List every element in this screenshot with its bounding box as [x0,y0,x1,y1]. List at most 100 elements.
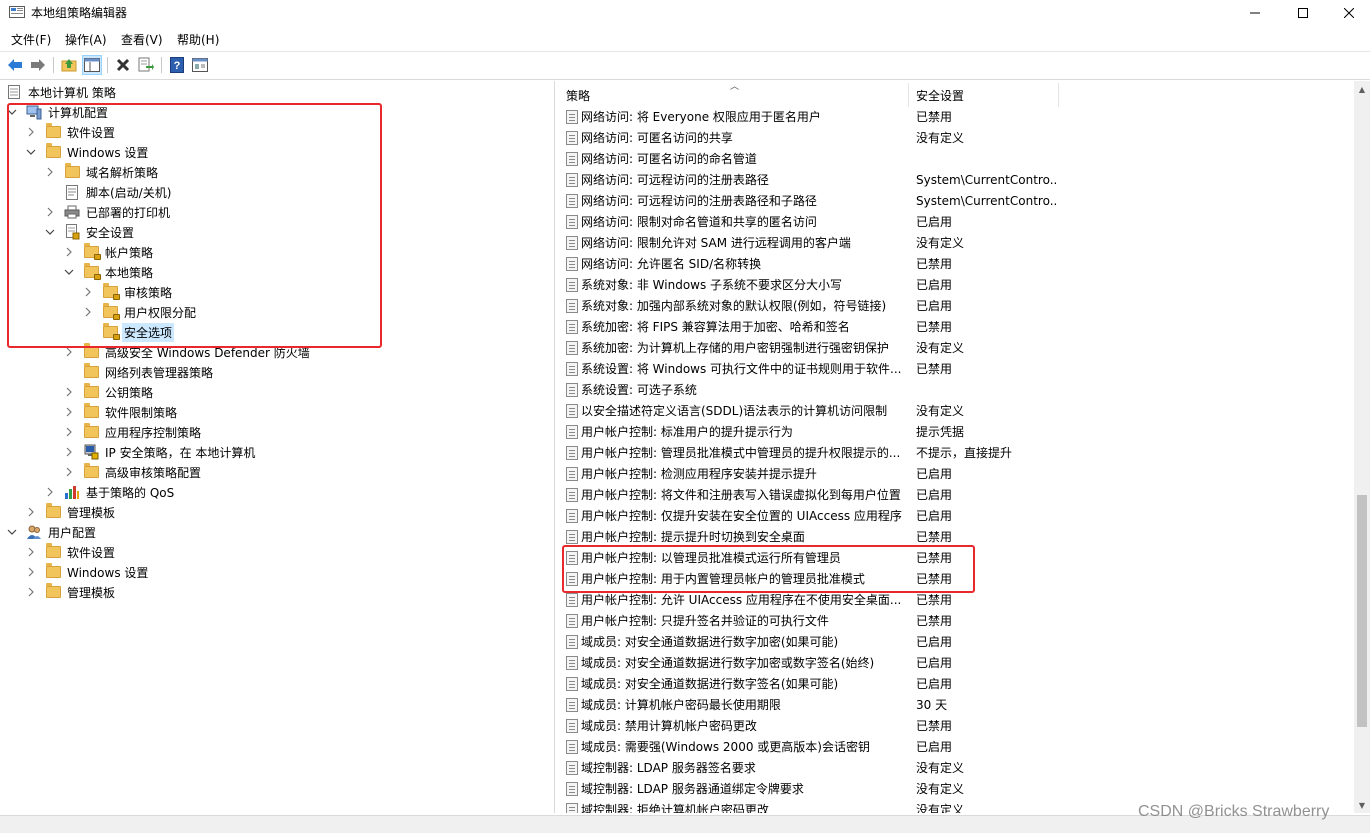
tree-item[interactable]: IP 安全策略，在 本地计算机 [63,442,257,462]
chevron-right-icon[interactable] [25,506,37,518]
policy-setting-value: 已启用 [916,635,953,649]
policy-row[interactable]: 域成员: 需要强(Windows 2000 或更高版本)会话密钥 已启用 [566,736,952,757]
policy-row[interactable]: 系统设置: 可选子系统 [566,379,915,400]
policy-row[interactable]: 系统对象: 非 Windows 子系统不要求区分大小写 已启用 [566,274,952,295]
close-button[interactable] [1326,0,1370,26]
policy-row[interactable]: 用户帐户控制: 仅提升安装在安全位置的 UIAccess 应用程序 已启用 [566,505,952,526]
column-header-setting[interactable]: 安全设置 [909,83,1059,107]
chevron-right-icon[interactable] [63,446,75,458]
menu-action[interactable]: 操作(A) [65,31,107,48]
policy-row[interactable]: 网络访问: 可远程访问的注册表路径和子路径 System\CurrentContr… [566,190,1056,211]
properties-icon [192,58,208,72]
policy-row[interactable]: 用户帐户控制: 只提升签名并验证的可执行文件 已禁用 [566,610,952,631]
tree-item[interactable]: 网络列表管理器策略 [63,362,215,382]
column-header-policy[interactable]: 策略 ︿ [558,82,909,107]
policy-row[interactable]: 用户帐户控制: 将文件和注册表写入错误虚拟化到每用户位置 已启用 [566,484,952,505]
tree-item[interactable]: Windows 设置 [25,562,150,582]
help-button[interactable]: ? [167,55,187,75]
maximize-button[interactable] [1280,0,1326,26]
policy-row[interactable]: 域成员: 计算机帐户密码最长使用期限 30 天 [566,694,947,715]
chevron-right-icon[interactable] [63,386,75,398]
policy-name: 系统对象: 加强内部系统对象的默认权限(例如，符号链接) [581,299,887,313]
chevron-down-icon[interactable] [6,526,18,538]
export-list-button[interactable] [136,55,156,75]
policy-row[interactable]: 以安全描述符定义语言(SDDL)语法表示的计算机访问限制 没有定义 [566,400,964,421]
folder-icon [83,383,99,400]
highlight-tree-path [7,103,382,348]
policy-name: 系统设置: 将 Windows 可执行文件中的证书规则用于软件... [581,362,902,376]
delete-button[interactable] [113,55,133,75]
policy-row[interactable]: 域成员: 对安全通道数据进行数字签名(如果可能) 已启用 [566,673,952,694]
tree-item-label: 软件限制策略 [105,405,178,420]
tree-item[interactable]: 软件限制策略 [63,402,179,422]
policy-name: 用户帐户控制: 仅提升安装在安全位置的 UIAccess 应用程序 [581,509,902,523]
toolbar-separator [53,57,54,73]
policy-row[interactable]: 网络访问: 可匿名访问的共享 没有定义 [566,127,964,148]
back-icon [8,59,22,71]
toolbar: ? [0,53,1370,77]
back-button[interactable] [5,55,25,75]
policy-row[interactable]: 系统加密: 将 FIPS 兼容算法用于加密、哈希和签名 已禁用 [566,316,952,337]
tree-item[interactable]: 高级审核策略配置 [63,462,203,482]
policy-row[interactable]: 域成员: 对安全通道数据进行数字加密或数字签名(始终) 已启用 [566,652,952,673]
scroll-up-icon[interactable]: ▲ [1354,81,1370,97]
up-one-level-button[interactable] [59,55,79,75]
tree-item[interactable]: 应用程序控制策略 [63,422,203,442]
policy-row[interactable]: 网络访问: 限制对命名管道和共享的匿名访问 已启用 [566,211,952,232]
chevron-right-icon[interactable] [63,426,75,438]
scroll-down-icon[interactable]: ▼ [1354,797,1370,813]
policy-row[interactable]: 域成员: 禁用计算机帐户密码更改 已禁用 [566,715,952,736]
policy-row[interactable]: 域成员: 对安全通道数据进行数字加密(如果可能) 已启用 [566,631,952,652]
policy-row[interactable]: 网络访问: 可匿名访问的命名管道 [566,148,915,169]
folder-icon [45,503,61,520]
policy-row[interactable]: 用户帐户控制: 标准用户的提升提示行为 提示凭据 [566,421,964,442]
policy-name: 网络访问: 可远程访问的注册表路径和子路径 [581,194,817,208]
tree-item[interactable]: 公钥策略 [63,382,155,402]
policy-setting-value: 已禁用 [916,719,953,733]
policy-setting-icon [566,361,578,376]
policy-row[interactable]: 用户帐户控制: 提示提升时切换到安全桌面 已禁用 [566,526,952,547]
policy-row[interactable]: 域控制器: LDAP 服务器签名要求 没有定义 [566,757,964,778]
tree-item[interactable]: 管理模板 [25,582,117,602]
policy-setting-icon [566,130,578,145]
policy-row[interactable]: 网络访问: 可远程访问的注册表路径 System\CurrentContro... [566,169,1056,190]
policy-row[interactable]: 域控制器: LDAP 服务器通道绑定令牌要求 没有定义 [566,778,964,799]
policy-row[interactable]: 系统设置: 将 Windows 可执行文件中的证书规则用于软件... 已禁用 [566,358,952,379]
policy-row[interactable]: 网络访问: 允许匿名 SID/名称转换 已禁用 [566,253,952,274]
minimize-button[interactable] [1232,0,1278,26]
show-hide-console-tree-button[interactable] [82,55,102,75]
chevron-right-icon[interactable] [25,566,37,578]
policy-row[interactable]: 网络访问: 限制允许对 SAM 进行远程调用的客户端 没有定义 [566,232,964,253]
tree-root[interactable]: 本地计算机 策略 [6,82,118,102]
tree-item[interactable]: 管理模板 [25,502,117,522]
policy-name: 网络访问: 可匿名访问的共享 [581,131,733,145]
properties-button[interactable] [190,55,210,75]
tree-item[interactable]: 用户配置 [6,522,98,542]
forward-button[interactable] [28,55,48,75]
chevron-right-icon[interactable] [63,466,75,478]
menu-help[interactable]: 帮助(H) [177,31,219,48]
policy-setting-value: 已启用 [916,656,953,670]
policy-setting-value: System\CurrentContro... [916,193,1056,208]
policy-row[interactable]: 用户帐户控制: 管理员批准模式中管理员的提升权限提示的... 不提示，直接提升 [566,442,1012,463]
policy-row[interactable]: 域控制器: 拒绝计算机帐户密码更改 没有定义 [566,799,964,813]
tree-item[interactable]: 基于策略的 QoS [44,482,176,502]
tree-item-label: Windows 设置 [67,565,149,580]
chevron-right-icon[interactable] [44,486,56,498]
menu-file[interactable]: 文件(F) [11,31,51,48]
chevron-right-icon[interactable] [63,406,75,418]
policy-name: 用户帐户控制: 标准用户的提升提示行为 [581,425,793,439]
tree-item[interactable]: 软件设置 [25,542,117,562]
chevron-right-icon[interactable] [25,546,37,558]
policy-row[interactable]: 用户帐户控制: 检测应用程序安装并提示提升 已启用 [566,463,952,484]
chevron-right-icon[interactable] [25,586,37,598]
policy-row[interactable]: 系统对象: 加强内部系统对象的默认权限(例如，符号链接) 已启用 [566,295,952,316]
policy-row[interactable]: 系统加密: 为计算机上存储的用户密钥强制进行强密钥保护 没有定义 [566,337,964,358]
tree-expander-spacer [63,366,75,378]
scrollbar-thumb[interactable] [1357,495,1367,727]
group-policy-app-icon [9,6,25,18]
vertical-scrollbar[interactable]: ▲ ▼ [1354,81,1370,813]
policy-setting-value: 已禁用 [916,614,953,628]
menu-view[interactable]: 查看(V) [121,31,163,48]
policy-row[interactable]: 网络访问: 将 Everyone 权限应用于匿名用户 已禁用 [566,106,952,127]
